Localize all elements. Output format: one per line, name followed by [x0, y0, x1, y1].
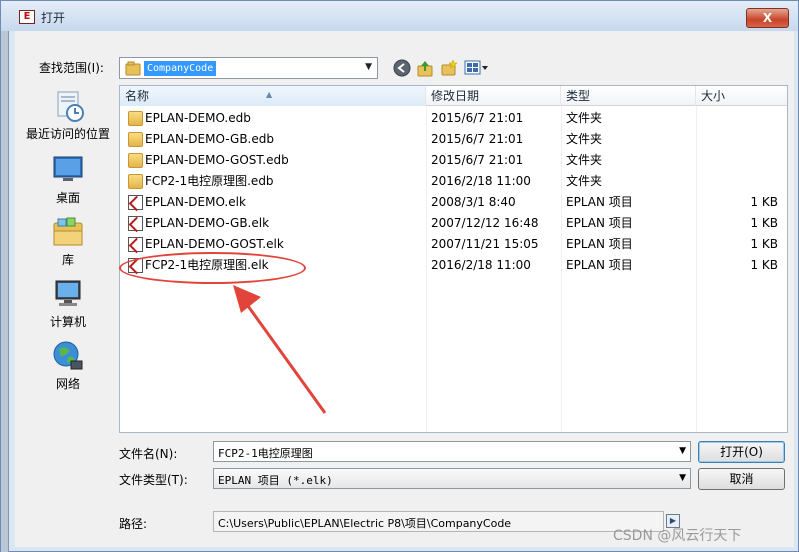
chevron-down-icon[interactable]: ▼	[679, 473, 686, 483]
file-type: 文件夹	[566, 111, 603, 125]
folder-icon	[128, 174, 143, 189]
place-desktop[interactable]: 桌面	[25, 153, 111, 206]
file-name: FCP2-1电控原理图.edb	[145, 174, 274, 188]
column-header-type[interactable]: 类型	[561, 86, 696, 106]
file-date: 2015/6/7 21:01	[431, 153, 524, 167]
file-name: EPLAN-DEMO.edb	[145, 111, 251, 125]
file-type-select[interactable]: EPLAN 项目 (*.elk) ▼	[213, 468, 691, 489]
eplan-project-icon	[128, 195, 143, 210]
file-type: EPLAN 项目	[566, 237, 633, 251]
sort-ascending-icon: ▲	[266, 90, 273, 99]
path-label: 路径:	[119, 517, 148, 531]
column-header-date[interactable]: 修改日期	[426, 86, 561, 106]
file-name-value: FCP2-1电控原理图	[218, 447, 313, 460]
folder-icon	[128, 132, 143, 147]
file-date: 2016/2/18 11:00	[431, 258, 531, 272]
file-row[interactable]: EPLAN-DEMO-GOST.edb 2015/6/7 21:01 文件夹	[120, 150, 787, 171]
column-header-row: 名称 ▲ 修改日期 类型 大小	[120, 86, 787, 106]
file-size: 1 KB	[750, 195, 778, 209]
watermark: CSDN @风云行天下	[613, 528, 742, 544]
file-type-label: 文件类型(T):	[119, 473, 188, 487]
file-row[interactable]: EPLAN-DEMO-GB.edb 2015/6/7 21:01 文件夹	[120, 129, 787, 150]
annotation-arrow-icon	[233, 285, 327, 414]
window-title: 打开	[41, 11, 66, 25]
place-label-libraries: 库	[61, 253, 74, 267]
file-name: EPLAN-DEMO.elk	[145, 195, 246, 209]
file-type: EPLAN 项目	[566, 216, 633, 230]
look-in-label: 查找范围(I):	[39, 61, 104, 75]
eplan-project-icon	[128, 237, 143, 252]
file-type: 文件夹	[566, 174, 603, 188]
close-button[interactable]: X	[746, 8, 789, 28]
file-size: 1 KB	[750, 237, 778, 251]
place-libraries[interactable]: 库	[25, 215, 111, 268]
look-in-value: CompanyCode	[144, 61, 217, 76]
folder-icon	[125, 61, 141, 76]
file-size	[696, 171, 778, 192]
new-folder-icon[interactable]	[440, 59, 458, 77]
file-date: 2008/3/1 8:40	[431, 195, 516, 209]
column-header-name[interactable]: 名称 ▲	[120, 86, 426, 106]
back-arrow-icon[interactable]	[393, 59, 411, 77]
file-type: 文件夹	[566, 153, 603, 167]
place-label-computer: 计算机	[49, 315, 86, 329]
file-row[interactable]: EPLAN-DEMO-GB.elk 2007/12/12 16:48 EPLAN…	[120, 213, 787, 234]
open-file-dialog: E 打开 X 查找范围(I): CompanyCode ▼ 最近访问的位置 桌面…	[0, 0, 799, 552]
chevron-down-icon[interactable]: ▼	[679, 446, 686, 456]
path-field[interactable]: C:\Users\Public\EPLAN\Electric P8\项目\Com…	[213, 511, 664, 532]
file-size: 1 KB	[750, 216, 778, 230]
column-header-size[interactable]: 大小	[696, 86, 787, 106]
title-bar[interactable]: E 打开 X	[1, 1, 798, 31]
file-size	[696, 108, 778, 129]
file-date: 2015/6/7 21:01	[431, 132, 524, 146]
annotation-circle	[119, 252, 306, 284]
file-size	[696, 129, 778, 150]
file-type: EPLAN 项目	[566, 195, 633, 209]
file-size: 1 KB	[750, 258, 778, 272]
app-icon: E	[19, 10, 35, 24]
chevron-down-icon[interactable]: ▼	[365, 62, 372, 72]
place-network[interactable]: 网络	[25, 339, 111, 392]
file-name-label: 文件名(N):	[119, 447, 178, 461]
place-label-network: 网络	[55, 377, 80, 391]
computer-icon	[51, 277, 85, 311]
file-type: EPLAN 项目	[566, 258, 633, 272]
file-date: 2007/11/21 15:05	[431, 237, 539, 251]
places-bar: 最近访问的位置 桌面 库 计算机 网络	[25, 85, 111, 425]
network-icon	[51, 339, 85, 373]
place-computer[interactable]: 计算机	[25, 277, 111, 330]
file-date: 2007/12/12 16:48	[431, 216, 539, 230]
column-header-name-label: 名称	[125, 89, 150, 103]
folder-icon	[128, 153, 143, 168]
folder-icon	[128, 111, 143, 126]
dialog-body: 查找范围(I): CompanyCode ▼ 最近访问的位置 桌面 库 计算机 …	[15, 31, 794, 547]
place-recent[interactable]: 最近访问的位置	[25, 89, 111, 142]
file-type: 文件夹	[566, 132, 603, 146]
background-window-edge	[1, 1, 9, 552]
file-name: EPLAN-DEMO-GOST.edb	[145, 153, 289, 167]
look-in-dropdown[interactable]: CompanyCode ▼	[119, 57, 378, 79]
file-row[interactable]: FCP2-1电控原理图.edb 2016/2/18 11:00 文件夹	[120, 171, 787, 192]
desktop-icon	[51, 153, 85, 187]
cancel-button[interactable]: 取消	[698, 468, 785, 490]
file-date: 2015/6/7 21:01	[431, 111, 524, 125]
path-value: C:\Users\Public\EPLAN\Electric P8\项目\Com…	[218, 517, 512, 530]
eplan-project-icon	[128, 216, 143, 231]
file-row[interactable]: EPLAN-DEMO.edb 2015/6/7 21:01 文件夹	[120, 108, 787, 129]
file-name-input[interactable]: FCP2-1电控原理图 ▼	[213, 441, 691, 462]
file-date: 2016/2/18 11:00	[431, 174, 531, 188]
place-label-recent: 最近访问的位置	[25, 127, 110, 141]
file-size	[696, 150, 778, 171]
file-name: EPLAN-DEMO-GB.elk	[145, 216, 270, 230]
libraries-icon	[51, 215, 85, 249]
recent-places-icon	[51, 89, 85, 123]
file-type-value: EPLAN 项目 (*.elk)	[218, 474, 333, 487]
file-row[interactable]: EPLAN-DEMO.elk 2008/3/1 8:40 EPLAN 项目 1 …	[120, 192, 787, 213]
up-folder-icon[interactable]	[416, 59, 434, 77]
open-button[interactable]: 打开(O)	[698, 441, 785, 463]
views-menu-icon[interactable]	[464, 59, 490, 77]
place-label-desktop: 桌面	[55, 191, 80, 205]
file-name: EPLAN-DEMO-GB.edb	[145, 132, 274, 146]
